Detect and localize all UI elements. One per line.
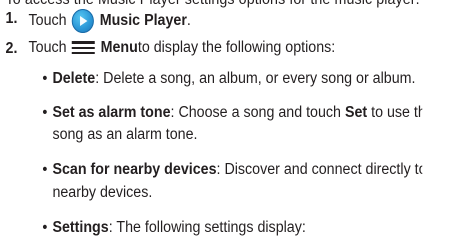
step-number: 1. <box>5 10 18 27</box>
menu-icon <box>72 40 96 56</box>
step-body: Touch Music Player. <box>29 9 191 33</box>
bullet-dot: • <box>42 104 48 121</box>
option-desc: : The following settings display: <box>108 219 306 236</box>
menu-bar-bottom <box>72 52 96 54</box>
step-number: 2. <box>5 40 18 57</box>
option-text: Set as alarm tone: Choose a song and tou… <box>52 102 422 124</box>
option-term: Scan for nearby devices <box>52 161 217 178</box>
menu-bar-top <box>72 41 96 44</box>
menu-bar-middle <box>72 47 96 49</box>
step-label: Music Player <box>99 12 187 29</box>
step-suffix: to display the following options: <box>137 39 336 56</box>
play-icon <box>80 16 88 26</box>
step-prefix: Touch <box>28 12 67 29</box>
step-suffix: . <box>186 12 191 29</box>
option-term: Set as alarm tone <box>52 104 171 121</box>
bullet-dot: • <box>42 219 48 236</box>
option-desc: : Delete a song, an album, or every song… <box>95 70 416 87</box>
bullet-dot: • <box>42 161 48 178</box>
option-text: Scan for nearby devices: Discover and co… <box>52 159 422 181</box>
option-desc-end: to use the <box>371 104 422 121</box>
music-player-icon <box>72 9 95 33</box>
option-term: Delete <box>52 70 96 87</box>
bullet-dot: • <box>42 70 48 87</box>
option-inline-bold: Set <box>344 104 368 121</box>
option-desc: : Choose a song and touch <box>170 104 345 121</box>
option-term: Settings <box>52 219 109 236</box>
cut-off-top-line: To access the Music Player settings opti… <box>6 0 420 9</box>
option-continuation: nearby devices. <box>52 184 153 201</box>
option-desc: : Discover and connect directly to <box>216 161 423 178</box>
document-page: To access the Music Player settings opti… <box>0 0 423 244</box>
option-text: Delete: Delete a song, an album, or ever… <box>52 68 415 90</box>
step-body: Touch Menu to display the following opti… <box>29 39 336 57</box>
step-label: Menu <box>100 39 138 56</box>
option-text: Settings: The following settings display… <box>52 217 305 239</box>
step-prefix: Touch <box>28 39 67 56</box>
option-continuation: song as an alarm tone. <box>52 126 198 143</box>
